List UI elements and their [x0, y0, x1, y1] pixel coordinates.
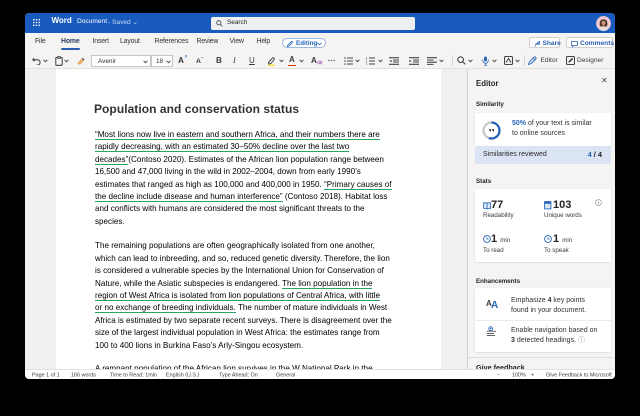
svg-text:A: A: [491, 300, 498, 309]
svg-text:3: 3: [366, 62, 368, 65]
